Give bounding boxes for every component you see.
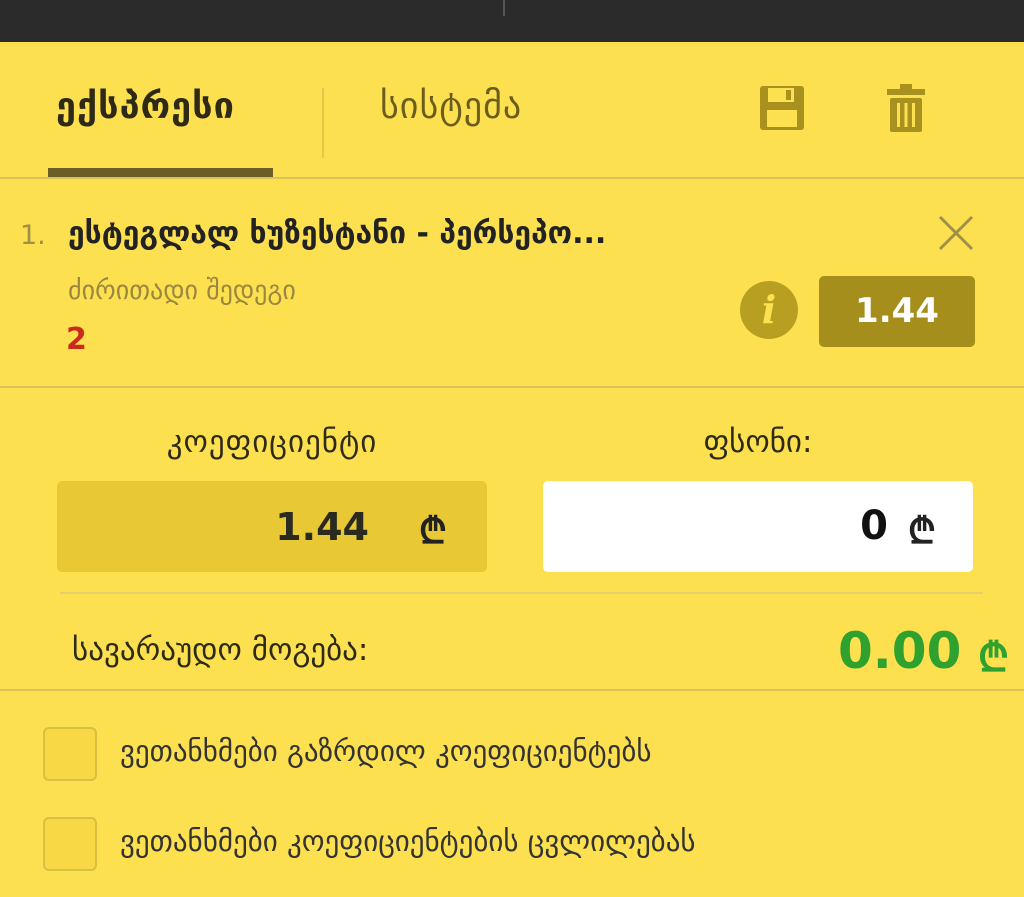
lari-icon: ₾ xyxy=(908,511,936,552)
coefficient-value: 1.44 xyxy=(275,505,369,549)
divider xyxy=(60,592,983,594)
divider xyxy=(0,177,1024,179)
top-bar-divider xyxy=(503,0,505,16)
divider xyxy=(0,689,1024,691)
tab-express[interactable]: ექსპრესი xyxy=(56,86,235,127)
divider xyxy=(0,386,1024,388)
potential-win-value: 0.00 xyxy=(838,622,962,680)
odds-badge: 1.44 xyxy=(819,276,975,347)
coefficient-display: 1.44 ₾ xyxy=(57,481,487,572)
accept-odds-changes-checkbox[interactable] xyxy=(43,817,97,871)
bet-market: ძირითადი შედეგი xyxy=(68,276,296,306)
close-icon[interactable] xyxy=(937,214,975,252)
bet-selection: 2 xyxy=(66,322,87,357)
bet-event-title: ესტეგლალ ხუზესტანი - პერსეპო... xyxy=(68,216,607,251)
stake-input[interactable]: 0 ₾ xyxy=(543,481,973,572)
tab-system[interactable]: სისტემა xyxy=(380,86,522,127)
potential-win-label: სავარაუდო მოგება: xyxy=(72,632,369,668)
top-status-bar xyxy=(0,0,1024,42)
accept-odds-changes-label[interactable]: ვეთანხმები კოეფიციენტების ცვლილებას xyxy=(120,824,696,858)
lari-icon: ₾ xyxy=(978,635,1009,681)
tab-divider xyxy=(322,88,324,158)
save-icon[interactable] xyxy=(759,85,805,131)
odds-value: 1.44 xyxy=(855,291,939,331)
stake-label: ფსონი: xyxy=(703,424,813,460)
info-icon[interactable]: i xyxy=(740,281,798,339)
coefficient-label: კოეფიციენტი xyxy=(166,424,378,460)
bet-index: 1. xyxy=(20,220,46,251)
lari-icon: ₾ xyxy=(419,511,447,552)
accept-increased-odds-label[interactable]: ვეთანხმები გაზრდილ კოეფიციენტებს xyxy=(120,734,652,768)
accept-increased-odds-checkbox[interactable] xyxy=(43,727,97,781)
stake-value[interactable]: 0 xyxy=(543,503,888,549)
trash-icon[interactable] xyxy=(887,84,925,132)
